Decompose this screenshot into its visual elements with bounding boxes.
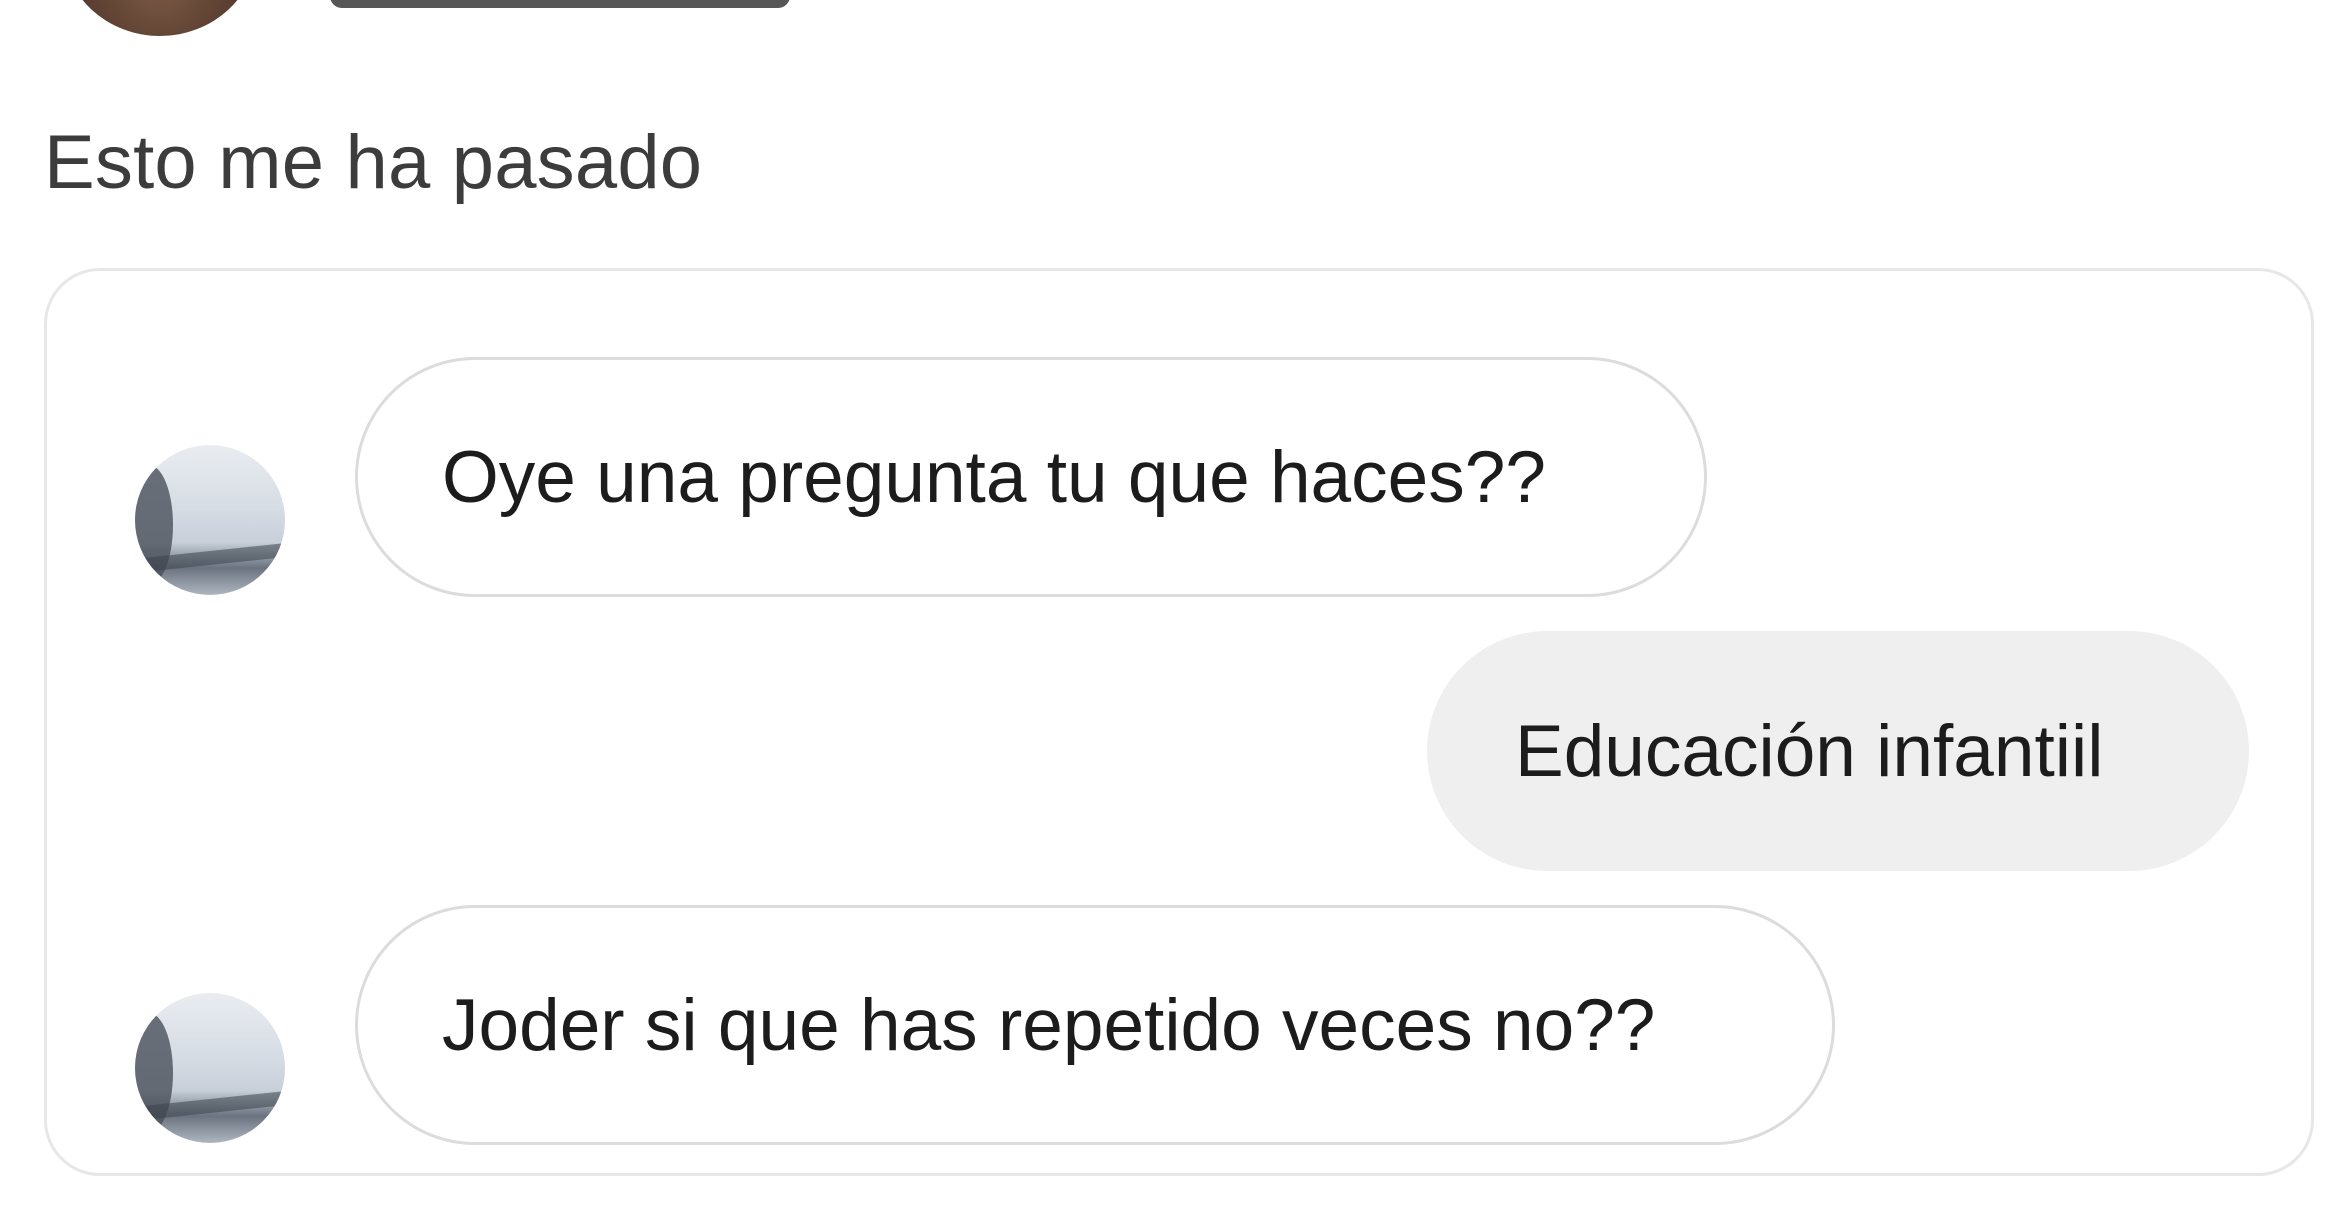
- message-text: Joder si que has repetido veces no??: [442, 984, 1656, 1066]
- incoming-message-bubble: Joder si que has repetido veces no??: [355, 905, 1835, 1145]
- outgoing-message-bubble: Educación infantiil: [1427, 631, 2249, 871]
- post-author-avatar[interactable]: [62, 0, 258, 36]
- post-caption: Esto me ha pasado: [44, 120, 703, 205]
- message-text: Oye una pregunta tu que haces??: [442, 436, 1546, 518]
- message-text: Educación infantiil: [1515, 710, 2104, 792]
- contact-avatar: [135, 993, 285, 1143]
- chat-screenshot-card: Oye una pregunta tu que haces?? Educació…: [44, 268, 2314, 1176]
- incoming-message-bubble: Oye una pregunta tu que haces??: [355, 357, 1707, 597]
- post-author-name-redacted[interactable]: [330, 0, 790, 8]
- contact-avatar: [135, 445, 285, 595]
